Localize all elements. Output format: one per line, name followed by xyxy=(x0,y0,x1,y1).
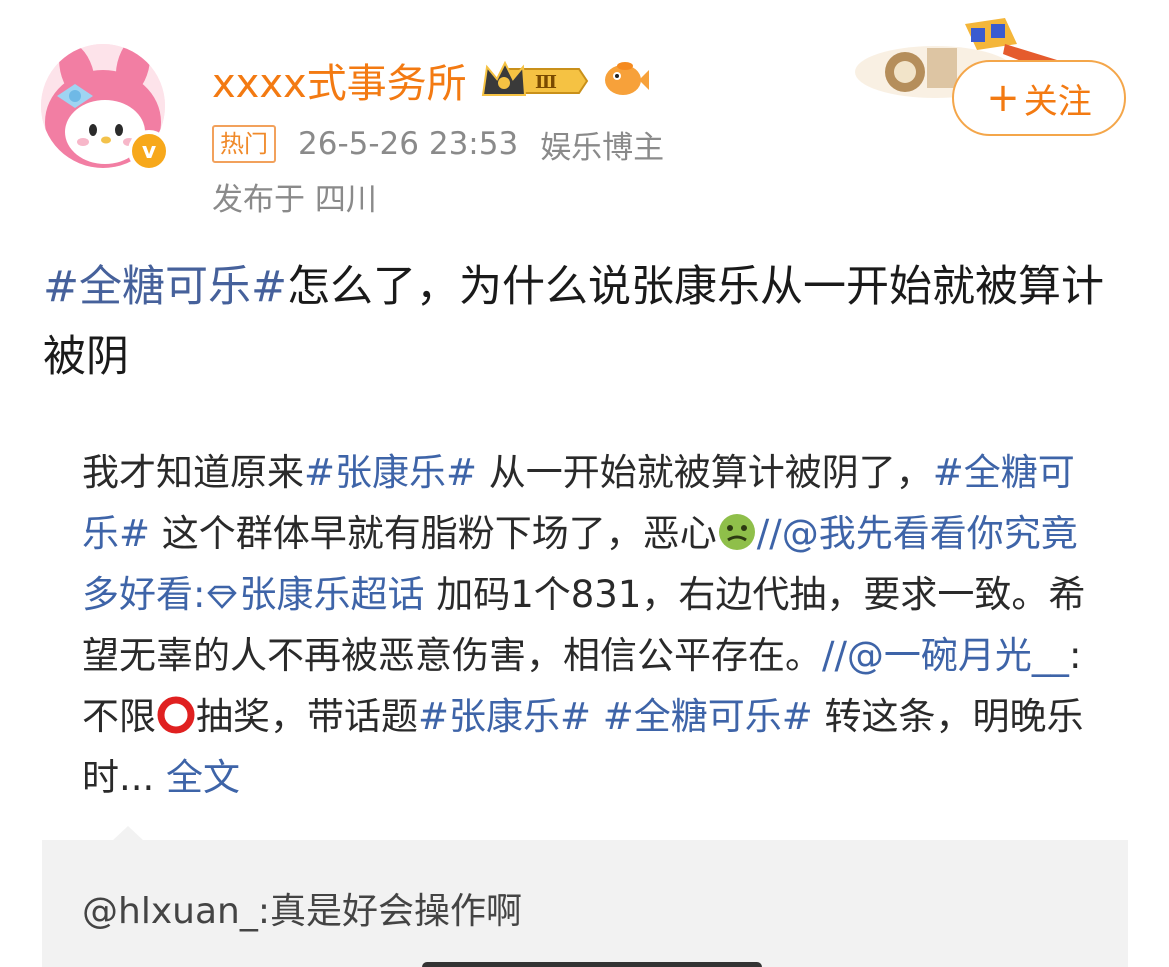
post-location: 发布于 四川 xyxy=(212,181,377,218)
nauseated-face-icon xyxy=(718,514,755,550)
plus-icon: + xyxy=(986,75,1020,121)
supertopic-icon xyxy=(205,573,239,616)
quoted-text: 我才知道原来#张康乐# 从一开始就被算计被阴了，#全糖可乐# 这个群体早就有脂粉… xyxy=(82,451,1086,799)
post-text: #全糖可乐#怎么了，为什么说张康乐从一开始就被算计被阴 xyxy=(43,252,1133,392)
red-circle-icon xyxy=(157,696,195,734)
reply-text: @hlxuan_:真是好会操作啊 xyxy=(82,891,522,932)
crown-icon[interactable]: Ⅲ xyxy=(479,57,591,103)
follow-button[interactable]: + 关注 xyxy=(952,60,1126,136)
post-timestamp: 26-5-26 23:53 xyxy=(298,126,519,162)
fish-icon xyxy=(601,60,649,100)
quoted-mention: //@一碗月光__ xyxy=(822,634,1069,677)
svg-text:Ⅲ: Ⅲ xyxy=(535,72,557,93)
quoted-topic-link: #全糖可乐# xyxy=(602,695,813,738)
hot-tag: 热门 xyxy=(212,125,276,163)
quoted-screenshot-image[interactable]: 我才知道原来#张康乐# 从一开始就被算计被阴了，#全糖可乐# 这个群体早就有脂粉… xyxy=(42,430,1128,967)
verified-icon: v xyxy=(128,130,170,172)
reply-notch xyxy=(112,826,144,841)
follow-label: 关注 xyxy=(1023,81,1092,122)
full-text-link: 全文 xyxy=(166,756,241,799)
quoted-topic-link: #张康乐# xyxy=(418,695,592,738)
username[interactable]: xxxx式事务所 xyxy=(212,51,467,109)
home-indicator xyxy=(422,962,762,967)
user-role: 娱乐博主 xyxy=(540,129,665,166)
quoted-topic-link: #张康乐# xyxy=(304,451,478,494)
supertopic-link: 张康乐超话 xyxy=(239,573,425,616)
topic-link[interactable]: #全糖可乐# xyxy=(43,262,287,312)
